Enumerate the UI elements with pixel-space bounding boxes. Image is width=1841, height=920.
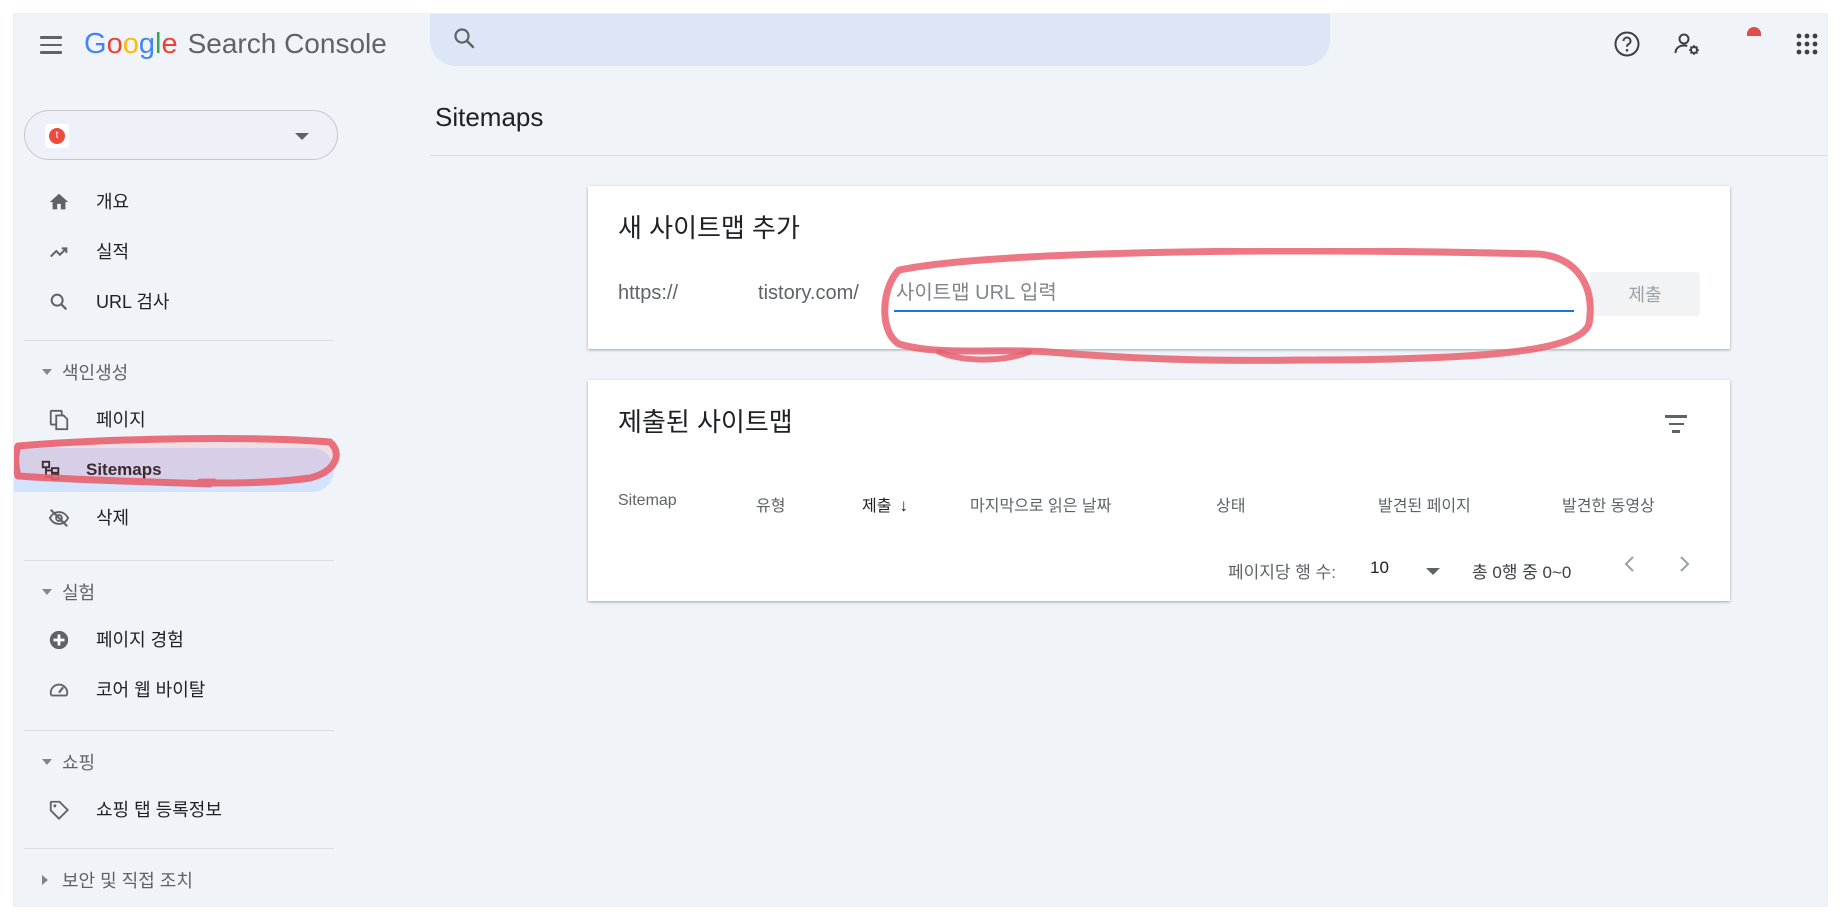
sidebar-item-label: 삭제 [96, 508, 130, 528]
redacted-domain [678, 285, 758, 299]
sidebar-divider [24, 730, 334, 731]
sidebar-item-overview[interactable]: 개요 [24, 180, 334, 222]
column-header-sitemap[interactable]: Sitemap [618, 492, 677, 510]
page-title: Sitemaps [435, 102, 544, 132]
page-experience-icon [49, 630, 69, 650]
search-icon [50, 293, 68, 311]
card-title: 제출된 사이트맵 [618, 407, 793, 437]
sidebar-item-label: URL 검사 [96, 292, 170, 312]
column-header-type[interactable]: 유형 [756, 492, 785, 516]
sidebar: t 개요 실적 URL 검사 색인생성 페이지 Sitemaps 삭제 실험 페… [14, 98, 344, 906]
section-label: 색인생성 [62, 363, 129, 383]
sidebar-item-label: 쇼핑 탭 등록정보 [96, 800, 222, 820]
sidebar-item-page-experience[interactable]: 페이지 경험 [24, 618, 334, 660]
apps-grid-icon[interactable] [1787, 24, 1827, 64]
tistory-logo-icon: t [49, 128, 65, 144]
sidebar-item-shopping-listings[interactable]: 쇼핑 탭 등록정보 [24, 788, 334, 830]
expand-less-icon [42, 369, 52, 375]
file-copy-icon [49, 409, 69, 431]
trending-up-icon [50, 247, 68, 258]
sidebar-item-removals[interactable]: 삭제 [24, 496, 334, 538]
product-logo[interactable]: Google Search Console [84, 22, 387, 66]
sitemap-icon [41, 460, 60, 481]
section-label: 실험 [62, 583, 96, 603]
header-actions [1587, 24, 1827, 64]
submitted-sitemaps-card: 제출된 사이트맵 Sitemap 유형 제출 ↓ 마지막으로 읽은 날짜 상태 발… [588, 380, 1730, 601]
search-icon[interactable] [452, 26, 476, 55]
expand-more-icon [42, 875, 48, 885]
sidebar-divider [24, 560, 334, 561]
account-avatar[interactable] [1727, 24, 1767, 64]
url-prefix: https://tistory.com/ [618, 282, 859, 304]
arrow-down-icon: ↓ [899, 496, 908, 515]
search-bar[interactable] [430, 14, 1330, 66]
site-favicon: t [45, 124, 69, 148]
help-icon[interactable] [1607, 24, 1647, 64]
search-input[interactable] [494, 25, 1021, 55]
rows-per-page-select[interactable]: 10 [1370, 558, 1389, 578]
section-experience[interactable]: 실험 [24, 574, 334, 610]
manage-users-icon[interactable] [1667, 24, 1707, 64]
chevron-left-icon[interactable] [1614, 548, 1646, 580]
sidebar-divider [24, 848, 334, 849]
column-header-discovered-pages[interactable]: 발견된 페이지 [1378, 492, 1471, 516]
rows-per-page-label: 페이지당 행 수: [1228, 563, 1337, 582]
tag-icon [49, 800, 70, 821]
section-shopping[interactable]: 쇼핑 [24, 744, 334, 780]
sitemap-url-input[interactable] [894, 276, 1574, 312]
column-header-submitted[interactable]: 제출 ↓ [862, 492, 908, 516]
filter-icon[interactable] [1656, 404, 1696, 444]
sidebar-item-sitemaps[interactable]: Sitemaps [14, 448, 334, 492]
property-selector[interactable]: t [24, 110, 338, 160]
sidebar-item-label: Sitemaps [86, 460, 162, 479]
sidebar-item-label: 페이지 [96, 410, 146, 430]
product-name: Search Console [187, 28, 387, 59]
sidebar-item-label: 실적 [96, 242, 130, 262]
visibility-off-icon [48, 509, 70, 527]
app-window: Google Search Console t 개요 실적 URL 검사 색인생… [14, 14, 1827, 906]
menu-icon[interactable] [34, 28, 68, 62]
sidebar-item-url-inspection[interactable]: URL 검사 [24, 280, 334, 322]
top-bar: Google Search Console [14, 14, 1827, 98]
section-label: 보안 및 직접 조치 [62, 871, 193, 891]
home-icon [49, 193, 69, 210]
column-header-discovered-videos[interactable]: 발견한 동영상 [1562, 492, 1655, 516]
sidebar-item-pages[interactable]: 페이지 [24, 398, 334, 440]
sidebar-divider [24, 340, 334, 341]
sidebar-item-label: 페이지 경험 [96, 630, 184, 650]
add-sitemap-card: 새 사이트맵 추가 https://tistory.com/ 제출 [588, 186, 1730, 349]
sidebar-item-performance[interactable]: 실적 [24, 230, 334, 272]
section-security[interactable]: 보안 및 직접 조치 [24, 862, 334, 898]
chevron-right-icon[interactable] [1668, 548, 1700, 580]
column-header-last-read[interactable]: 마지막으로 읽은 날짜 [970, 492, 1111, 516]
property-name [85, 127, 265, 145]
chevron-down-icon[interactable] [1426, 568, 1440, 575]
pagination-range: 총 0행 중 0~0 [1472, 563, 1572, 582]
title-divider [430, 155, 1827, 156]
expand-less-icon [42, 589, 52, 595]
chevron-down-icon [295, 133, 309, 140]
card-title: 새 사이트맵 추가 [618, 213, 800, 243]
section-indexing[interactable]: 색인생성 [24, 354, 334, 390]
sidebar-item-label: 개요 [96, 192, 130, 212]
speed-icon [49, 683, 69, 697]
column-header-status[interactable]: 상태 [1216, 492, 1245, 516]
sidebar-item-label: 코어 웹 바이탈 [96, 680, 206, 700]
google-wordmark: Google [84, 27, 178, 60]
notification-dot [1747, 27, 1761, 36]
expand-less-icon [42, 759, 52, 765]
sidebar-item-core-web-vitals[interactable]: 코어 웹 바이탈 [24, 668, 334, 710]
section-label: 쇼핑 [62, 753, 96, 773]
submit-button[interactable]: 제출 [1590, 272, 1700, 316]
